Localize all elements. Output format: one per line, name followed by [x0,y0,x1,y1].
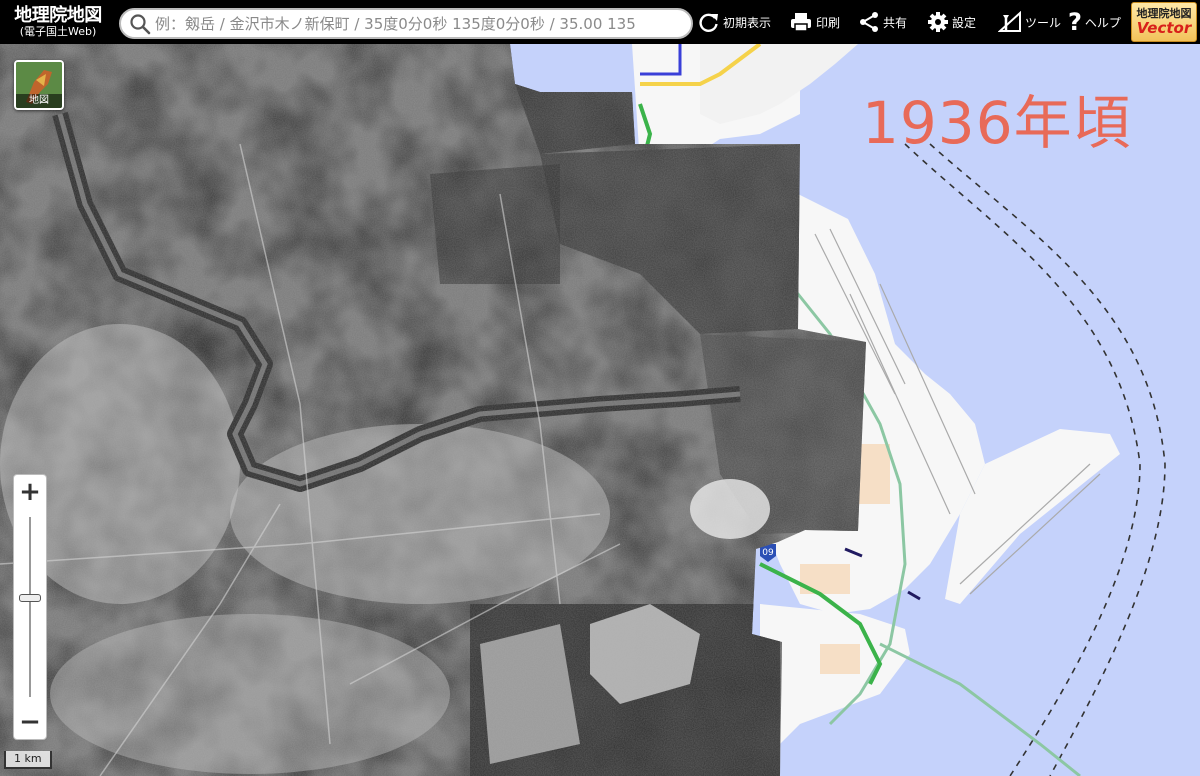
zoom-out-button[interactable]: − [14,705,46,739]
printer-icon [791,13,811,32]
share-icon [860,12,878,32]
share-label: 共有 [883,15,908,30]
route-badge-label: 09 [762,548,774,558]
zoom-slider-handle[interactable] [19,594,41,602]
vector-map-button[interactable]: 地理院地図 Vector [1131,2,1197,42]
zoom-in-button[interactable]: + [14,475,46,509]
print-label: 印刷 [816,15,841,30]
reset-view-label: 初期表示 [723,15,772,30]
help-button[interactable]: ? ヘルプ [1068,0,1121,44]
gear-icon [928,12,948,32]
settings-label: 設定 [952,15,977,30]
reset-view-button[interactable]: 初期表示 [698,0,771,44]
logo-title: 地理院地図 [14,5,102,26]
help-label: ヘルプ [1084,15,1121,30]
logo-subtitle: (電子国土Web) [19,25,97,38]
zoom-control: + − [13,474,47,740]
tools-label: ツール [1025,15,1062,30]
site-logo[interactable]: 地理院地図 (電子国土Web) [0,0,116,44]
app-header: 地理院地図 (電子国土Web) 初期表示 印刷 共有 [0,0,1200,44]
map-canvas[interactable]: 09 1936年頃 地図 + − 1 km [0,44,1200,776]
share-button[interactable]: 共有 [858,0,907,44]
aerial-photo-1936 [0,44,866,776]
photo-highlight [690,479,770,539]
tools-icon [998,11,1021,32]
tools-button[interactable]: ツール [998,0,1061,44]
refresh-icon [699,13,718,32]
question-icon: ? [1068,8,1082,36]
year-label: 1936年頃 [862,89,1132,157]
layer-list-button[interactable]: 地図 [14,60,64,110]
search-icon [130,13,151,34]
print-button[interactable]: 印刷 [789,0,840,44]
layer-button-label: 地図 [16,94,62,108]
vector-badge-bottom: Vector [1136,19,1192,37]
search-input[interactable] [155,10,691,37]
scale-bar: 1 km [4,751,52,769]
zoom-slider-track[interactable] [29,517,31,697]
search-box[interactable] [119,8,693,39]
settings-button[interactable]: 設定 [927,0,976,44]
